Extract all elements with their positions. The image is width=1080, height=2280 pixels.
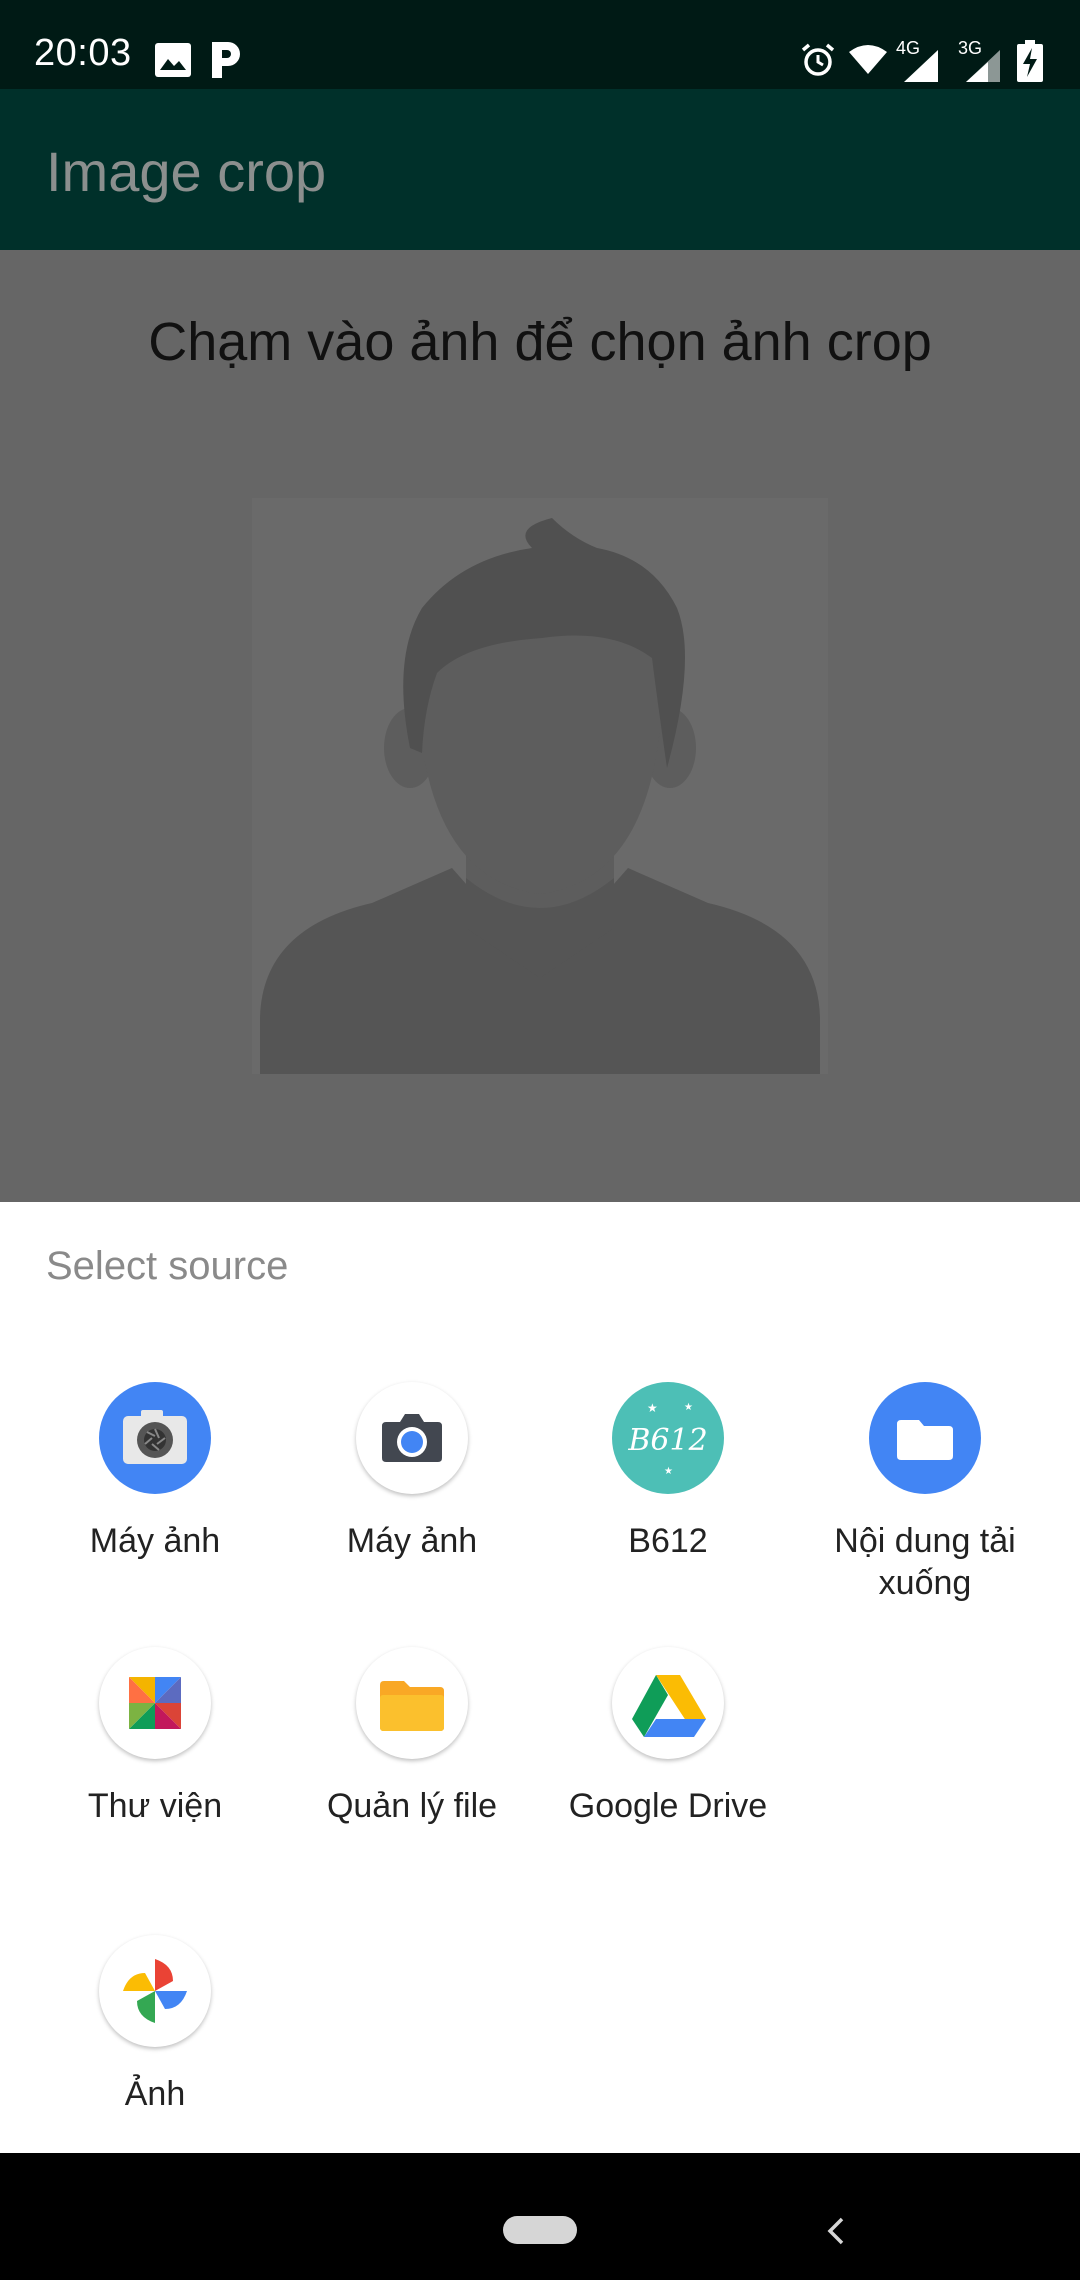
page-title: Image crop (46, 140, 327, 203)
app-label: Google Drive (568, 1787, 768, 1825)
signal-icon (904, 50, 938, 82)
svg-text:B612: B612 (627, 1423, 707, 1458)
sheet-title: Select source (46, 1244, 289, 1288)
main-content: Chạm vào ảnh để chọn ảnh crop (0, 250, 1080, 1202)
person-placeholder-icon (260, 518, 820, 1074)
instruction-text: Chạm vào ảnh để chọn ảnh crop (148, 312, 932, 372)
back-icon[interactable] (820, 2211, 850, 2251)
status-time: 20:03 (34, 32, 132, 74)
file-manager-icon (356, 1647, 468, 1759)
navigation-bar (0, 2153, 1080, 2280)
app-label: Máy ảnh (89, 1522, 221, 1560)
status-bar: 20:03 4G 3G (0, 0, 1080, 89)
camera-aperture-icon (99, 1382, 211, 1494)
google-drive-icon (612, 1647, 724, 1759)
avatar-image[interactable] (252, 498, 828, 1074)
b612-icon: B612 ★ ★ ★ (612, 1382, 724, 1494)
alarm-icon (801, 43, 835, 76)
battery-charging-icon (1017, 40, 1043, 82)
select-source-sheet: Select source Máy ảnh Máy ảnh B612 ★ ★ ★… (0, 1202, 1080, 2153)
home-pill-button[interactable] (503, 2216, 577, 2244)
app-label: B612 (628, 1522, 708, 1560)
folder-icon (869, 1382, 981, 1494)
app-label: Máy ảnh (346, 1522, 478, 1560)
pinwheel-gallery-icon (99, 1647, 211, 1759)
wifi-icon (849, 45, 887, 74)
app-label: Thư viện (87, 1787, 223, 1825)
svg-text:★: ★ (684, 1402, 693, 1413)
google-photos-icon (99, 1935, 211, 2047)
app-toolbar: Image crop (0, 89, 1080, 250)
svg-text:★: ★ (647, 1401, 658, 1415)
camera-icon (356, 1382, 468, 1494)
svg-text:★: ★ (664, 1466, 673, 1477)
app-label: Nội dung tải xuống (834, 1522, 1016, 1602)
app-label: Ảnh (124, 2075, 186, 2113)
p-app-icon (212, 42, 240, 78)
signal-icon (966, 50, 1000, 82)
app-label: Quản lý file (326, 1787, 498, 1825)
gallery-icon (155, 43, 191, 77)
